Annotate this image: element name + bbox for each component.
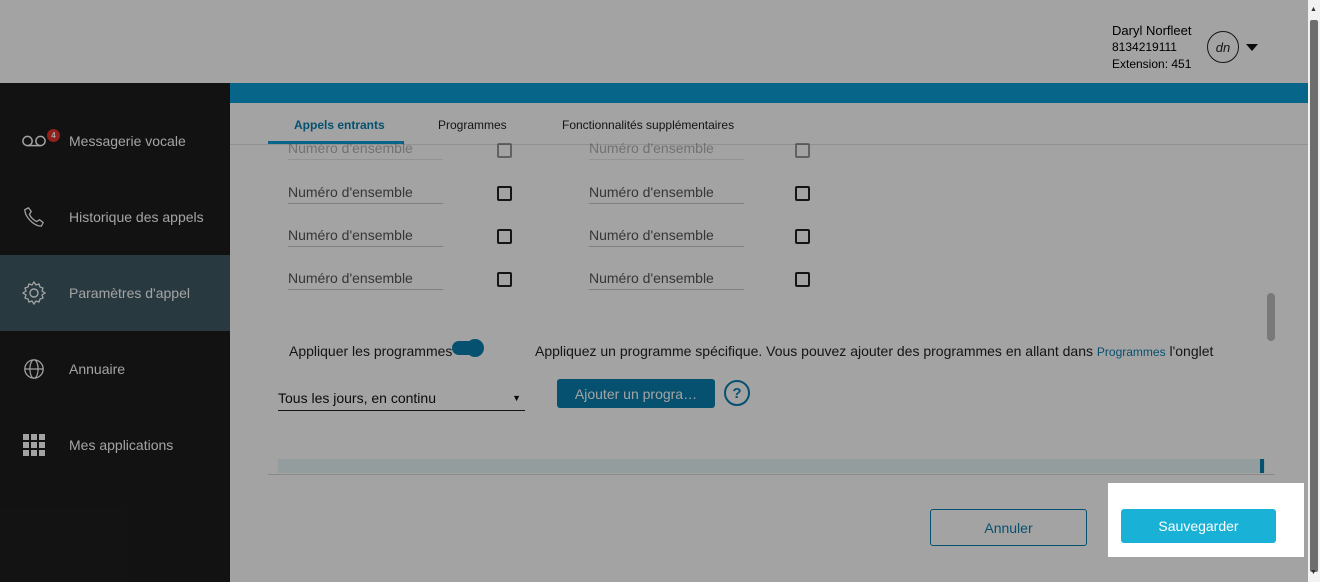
page-scrollbar-thumb[interactable] <box>1310 20 1318 572</box>
scroll-down-icon[interactable]: ▼ <box>1310 569 1317 576</box>
save-button[interactable]: Sauvegarder <box>1121 509 1276 543</box>
scroll-up-icon[interactable]: ▲ <box>1310 6 1317 13</box>
